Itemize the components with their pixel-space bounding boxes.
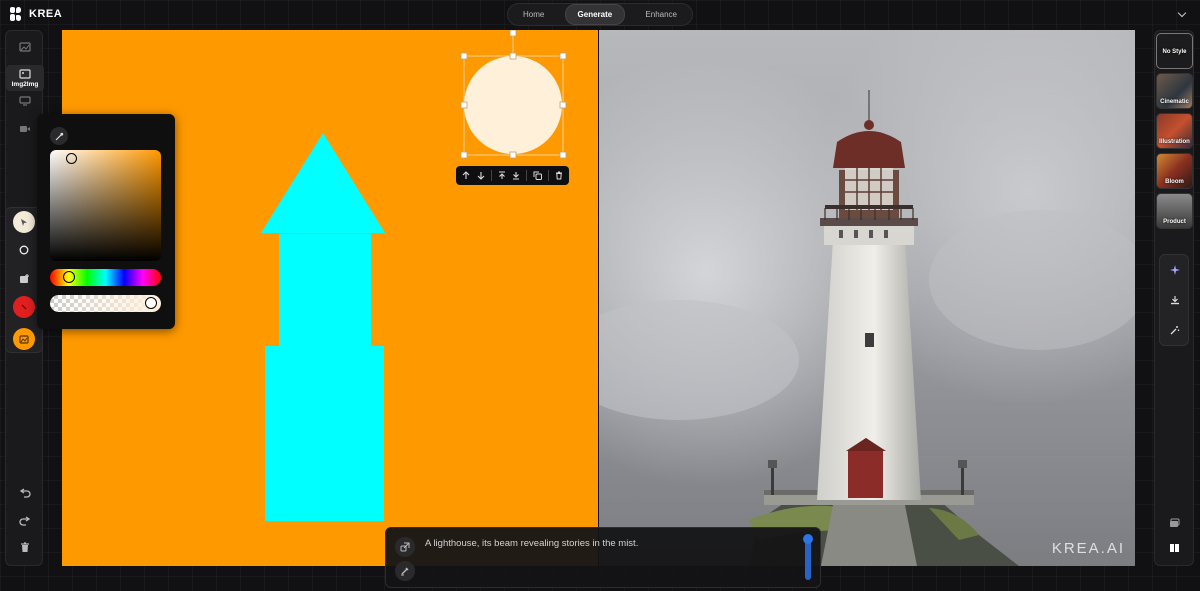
- paint-icon: [401, 567, 409, 576]
- generated-image: KREA.AI: [599, 30, 1135, 566]
- send-to-back-icon: [513, 172, 520, 180]
- image-add-icon: [19, 274, 29, 283]
- style-label: Bloom: [1165, 179, 1184, 185]
- style-label: Cinematic: [1160, 99, 1189, 105]
- trash-icon: [21, 541, 29, 552]
- krea-logo[interactable]: KREA: [10, 7, 62, 21]
- fill-image-icon: [19, 334, 29, 344]
- video-camera-icon: [20, 126, 30, 132]
- hue-handle[interactable]: [63, 271, 75, 283]
- saturation-picker[interactable]: [50, 150, 161, 261]
- color-picker-popover: [37, 114, 175, 329]
- background-color-button[interactable]: [13, 328, 35, 350]
- redo-icon: [19, 516, 31, 526]
- hue-slider[interactable]: [50, 269, 161, 286]
- saturation-handle[interactable]: [66, 153, 77, 164]
- copy-icon: [533, 171, 543, 180]
- split-layout-icon: [1169, 544, 1179, 552]
- img2img-button[interactable]: Img2Img: [6, 65, 44, 91]
- link-icon: [400, 542, 410, 552]
- krea-watermark: KREA.AI: [1051, 540, 1125, 557]
- menu-chevron-icon[interactable]: [1178, 10, 1188, 20]
- download-button[interactable]: [1160, 289, 1190, 311]
- text-to-image-button[interactable]: [6, 37, 44, 57]
- prompt-input[interactable]: A lighthouse, its beam revealing stories…: [425, 538, 795, 580]
- tab-enhance[interactable]: Enhance: [633, 5, 689, 24]
- style-label: Product: [1163, 219, 1186, 225]
- cyan-base-rect-shape[interactable]: [265, 346, 384, 521]
- style-label: Illustration: [1159, 139, 1190, 145]
- select-tool-button[interactable]: [13, 211, 35, 233]
- cyan-triangle-shape[interactable]: [261, 133, 385, 233]
- output-actions: [1159, 254, 1189, 346]
- move-down-button[interactable]: [474, 169, 486, 183]
- bring-to-front-icon: [498, 171, 505, 179]
- ai-strength-handle[interactable]: [803, 534, 813, 544]
- image-upload-button[interactable]: [13, 268, 35, 290]
- delete-shape-button[interactable]: [553, 169, 565, 183]
- stack-icon: [1169, 518, 1179, 527]
- object-toolbar: [456, 166, 569, 185]
- circle-icon: [19, 245, 29, 255]
- brush-color-button[interactable]: [13, 296, 35, 318]
- style-no-style[interactable]: No Style: [1156, 33, 1193, 69]
- redo-button[interactable]: [6, 513, 44, 529]
- monitor-icon: [19, 96, 31, 106]
- prompt-mode-button[interactable]: [395, 561, 415, 581]
- main-nav: Home Generate Enhance: [507, 3, 693, 26]
- arrow-up-icon: [462, 171, 470, 179]
- style-illustration[interactable]: Illustration: [1156, 113, 1193, 149]
- bring-to-front-button[interactable]: [496, 169, 508, 183]
- style-bloom[interactable]: Bloom: [1156, 153, 1193, 189]
- cursor-icon: [21, 218, 27, 226]
- toolbar-divider: [526, 170, 528, 181]
- ai-strength-slider[interactable]: [803, 534, 813, 580]
- style-cinematic[interactable]: Cinematic: [1156, 73, 1193, 109]
- clear-canvas-button[interactable]: [6, 539, 44, 555]
- tab-home[interactable]: Home: [511, 5, 556, 24]
- krea-logo-icon: [10, 7, 22, 21]
- app-name: KREA: [29, 8, 63, 20]
- screen-capture-button[interactable]: [6, 93, 44, 109]
- cream-circle-shape[interactable]: [464, 56, 562, 154]
- trash-icon: [555, 171, 562, 180]
- prompt-link-button[interactable]: [395, 537, 415, 557]
- toolbar-divider: [490, 170, 492, 181]
- circle-tool-button[interactable]: [13, 239, 35, 261]
- tab-generate[interactable]: Generate: [564, 4, 626, 25]
- eyedropper-button[interactable]: [50, 127, 68, 145]
- img2img-icon: [19, 68, 31, 79]
- style-label: No Style: [1162, 49, 1187, 55]
- brush-icon: [21, 304, 27, 310]
- send-to-back-button[interactable]: [510, 169, 522, 183]
- duplicate-button[interactable]: [531, 169, 543, 183]
- undo-button[interactable]: [6, 485, 44, 501]
- split-view-button[interactable]: [1163, 540, 1185, 556]
- gallery-button[interactable]: [1163, 515, 1185, 531]
- opacity-handle[interactable]: [145, 297, 157, 309]
- cyan-tall-rect-shape[interactable]: [279, 234, 371, 346]
- img2img-label: Img2Img: [11, 80, 39, 88]
- arrow-down-icon: [477, 172, 484, 180]
- magic-wand-button[interactable]: [1160, 319, 1190, 341]
- image-mode-icon: [19, 42, 31, 52]
- enhance-output-button[interactable]: [1160, 259, 1190, 281]
- opacity-slider[interactable]: [50, 295, 161, 312]
- move-up-button[interactable]: [460, 169, 472, 183]
- toolbar-divider: [547, 170, 549, 181]
- prompt-box: A lighthouse, its beam revealing stories…: [385, 527, 821, 588]
- sparkle-icon: [1170, 265, 1180, 275]
- eyedropper-icon: [55, 132, 63, 140]
- lighthouse-image: [599, 30, 1135, 566]
- style-product[interactable]: Product: [1156, 193, 1193, 229]
- undo-icon: [19, 488, 31, 498]
- magic-wand-icon: [1170, 326, 1180, 335]
- download-icon: [1171, 296, 1179, 305]
